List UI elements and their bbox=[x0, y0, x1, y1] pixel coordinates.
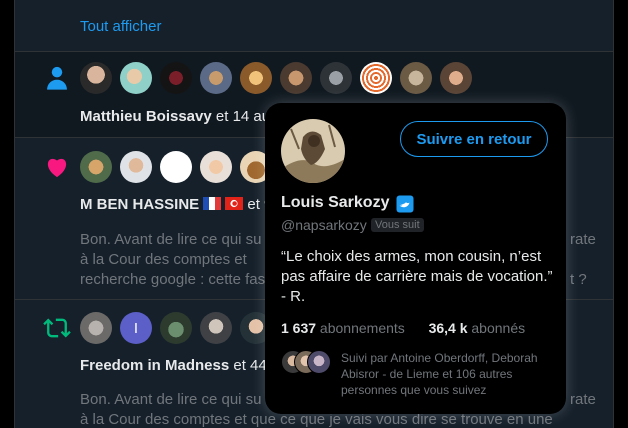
follows-you-badge: Vous suit bbox=[371, 218, 424, 232]
followers-stat[interactable]: 36,4 k abonnés bbox=[429, 320, 526, 336]
preview-line-end: rate bbox=[570, 231, 596, 248]
profile-name[interactable]: Louis Sarkozy bbox=[281, 194, 389, 212]
profile-avatar-image bbox=[281, 119, 345, 183]
tweet-preview-overflow: rate bbox=[570, 390, 610, 410]
avatar[interactable] bbox=[440, 62, 472, 94]
avatar[interactable] bbox=[200, 62, 232, 94]
user-name[interactable]: Freedom in Madness bbox=[80, 357, 229, 374]
verified-badge-icon bbox=[396, 195, 414, 213]
following-stat[interactable]: 1 637 abonnements bbox=[281, 320, 405, 336]
avatar[interactable]: I bbox=[120, 312, 152, 344]
mutual-followers-text[interactable]: Suivi par Antoine Oberdorff, Deborah Abi… bbox=[341, 350, 556, 398]
profile-avatar[interactable] bbox=[281, 119, 345, 183]
title-rest: et 14 au bbox=[211, 108, 271, 125]
show-all-link[interactable]: Tout afficher bbox=[80, 18, 161, 35]
profile-stats: 1 637 abonnements 36,4 k abonnés bbox=[281, 320, 525, 336]
avatar[interactable] bbox=[160, 151, 192, 183]
follower-avatars bbox=[80, 62, 472, 94]
notification-title: Freedom in Madness et 44 bbox=[80, 357, 267, 374]
avatar[interactable] bbox=[280, 62, 312, 94]
avatar[interactable] bbox=[240, 62, 272, 94]
avatar[interactable] bbox=[320, 62, 352, 94]
avatar[interactable] bbox=[160, 62, 192, 94]
avatar[interactable] bbox=[120, 62, 152, 94]
profile-bio: “Le choix des armes, mon cousin, n’est p… bbox=[281, 248, 553, 305]
retweeter-avatars: I bbox=[80, 312, 272, 344]
tweet-preview-overflow: rate t ? bbox=[570, 230, 610, 290]
profile-hover-card: Suivre en retour Louis Sarkozy @napsarko… bbox=[265, 103, 566, 414]
person-icon bbox=[47, 66, 67, 90]
preview-line-end: rate bbox=[570, 391, 596, 408]
show-all-row[interactable]: Tout afficher bbox=[15, 0, 613, 52]
preview-line-end bbox=[570, 250, 610, 270]
user-name[interactable]: Matthieu Boissavy bbox=[80, 108, 212, 125]
preview-line-end: t ? bbox=[570, 271, 587, 288]
followers-label: abonnés bbox=[467, 320, 526, 336]
follow-back-button[interactable]: Suivre en retour bbox=[400, 121, 548, 157]
following-label: abonnements bbox=[316, 320, 405, 336]
left-margin bbox=[0, 0, 14, 428]
profile-handle[interactable]: @napsarkozy bbox=[281, 217, 367, 233]
france-flag-icon bbox=[203, 197, 222, 210]
retweet-icon bbox=[43, 318, 71, 338]
user-name[interactable]: M BEN HASSINE bbox=[80, 196, 199, 213]
following-count: 1 637 bbox=[281, 320, 317, 336]
followers-count: 36,4 k bbox=[428, 320, 468, 336]
notification-title: M BEN HASSINE et 9 bbox=[80, 196, 272, 213]
avatar[interactable] bbox=[400, 62, 432, 94]
avatar[interactable] bbox=[80, 312, 112, 344]
liker-avatars bbox=[80, 151, 272, 183]
avatar-letter: I bbox=[133, 319, 139, 337]
avatar[interactable] bbox=[80, 151, 112, 183]
right-margin bbox=[614, 0, 628, 428]
avatar bbox=[307, 350, 331, 374]
heart-icon bbox=[47, 158, 67, 178]
mutual-followers-avatars bbox=[281, 350, 331, 376]
title-rest: et 44 bbox=[229, 357, 267, 374]
avatar[interactable] bbox=[120, 151, 152, 183]
avatar[interactable] bbox=[80, 62, 112, 94]
avatar[interactable] bbox=[360, 62, 392, 94]
avatar[interactable] bbox=[200, 151, 232, 183]
notification-title: Matthieu Boissavy et 14 au bbox=[80, 108, 270, 125]
avatar[interactable] bbox=[200, 312, 232, 344]
tunisia-flag-icon bbox=[225, 197, 244, 210]
avatar[interactable] bbox=[160, 312, 192, 344]
